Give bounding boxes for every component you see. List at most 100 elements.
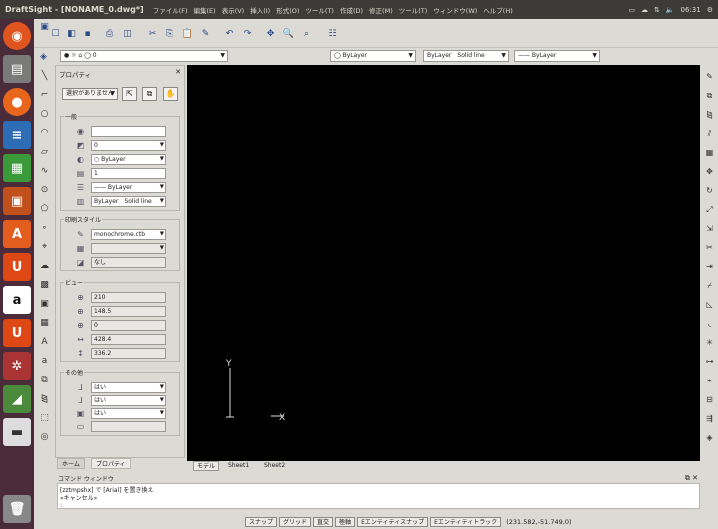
- disk-icon[interactable]: ▬: [3, 418, 31, 446]
- clock[interactable]: 06:31: [681, 6, 701, 14]
- mirror-icon[interactable]: ⧎: [704, 109, 715, 120]
- entity-track-button[interactable]: Eエンティティトラック: [430, 516, 502, 527]
- close-icon[interactable]: ✕: [175, 68, 181, 76]
- quick-select-button[interactable]: ⧉: [142, 87, 157, 101]
- open-icon[interactable]: ◧: [66, 28, 77, 39]
- arc-icon[interactable]: ◠: [39, 128, 50, 139]
- linetype-field[interactable]: ByLayer Solid line ▼: [91, 196, 166, 207]
- menu-view[interactable]: 表示(V): [219, 5, 248, 15]
- weld-icon[interactable]: ⊶: [704, 356, 715, 367]
- software-center-icon[interactable]: A: [3, 220, 31, 248]
- layer-icon[interactable]: ◈: [38, 51, 49, 62]
- layer-field[interactable]: 0 ▼: [91, 140, 166, 151]
- gear-icon[interactable]: ⚙: [707, 6, 713, 14]
- ubuntu-logo-icon[interactable]: ◉: [3, 22, 31, 50]
- amazon-icon[interactable]: a: [3, 286, 31, 314]
- select-objects-button[interactable]: ⇱: [122, 87, 137, 101]
- color-combo[interactable]: ◯ ByLayer ▼: [330, 50, 416, 62]
- tab-properties[interactable]: プロパティ: [91, 458, 131, 469]
- pattern-icon[interactable]: ▦: [704, 147, 715, 158]
- note-icon[interactable]: A: [39, 337, 50, 348]
- revision-cloud-icon[interactable]: ☁: [39, 261, 50, 272]
- pan-icon[interactable]: ✥: [265, 28, 276, 39]
- explode-icon[interactable]: ✳: [704, 337, 715, 348]
- chamfer-icon[interactable]: ◺: [704, 299, 715, 310]
- edit-polyline-icon[interactable]: ⌁: [704, 375, 715, 386]
- brush-icon[interactable]: ✎: [200, 28, 211, 39]
- calc-icon[interactable]: ▦: [3, 154, 31, 182]
- circle-icon[interactable]: ○: [39, 109, 50, 120]
- menu-tools[interactable]: ツール(T): [302, 5, 337, 15]
- firefox-icon[interactable]: ●: [3, 88, 31, 116]
- selection-combo[interactable]: 選択がありません ▼: [62, 88, 118, 100]
- ellipse-icon[interactable]: ⊙: [39, 185, 50, 196]
- paste-icon[interactable]: 📋: [182, 28, 193, 39]
- hatch-icon[interactable]: ▩: [39, 280, 50, 291]
- tab-model[interactable]: モデル: [193, 461, 220, 471]
- undo-icon[interactable]: ↶: [224, 28, 235, 39]
- ortho-button[interactable]: 直交: [313, 516, 334, 527]
- ucs-origin-field[interactable]: はい ▼: [91, 395, 166, 406]
- impress-icon[interactable]: ▣: [3, 187, 31, 215]
- entity-snap-button[interactable]: Eエンティティスナップ: [357, 516, 429, 527]
- polar-button[interactable]: 極軸: [335, 516, 356, 527]
- plot-style-field[interactable]: ▼: [91, 243, 166, 254]
- ucs-per-view-field[interactable]: はい ▼: [91, 408, 166, 419]
- ucs-on-field[interactable]: はい ▼: [91, 382, 166, 393]
- fillet-icon[interactable]: ◟: [704, 318, 715, 329]
- grid-button[interactable]: グリッド: [279, 516, 312, 527]
- drawing-canvas[interactable]: Y X: [187, 65, 700, 461]
- plot-table-field[interactable]: monochrome.ctb ▼: [91, 229, 166, 240]
- region-icon[interactable]: ▣: [39, 299, 50, 310]
- print-icon[interactable]: ⎙: [104, 28, 115, 39]
- insert-block-icon[interactable]: ⧉: [39, 375, 50, 386]
- layer-manager-icon[interactable]: ☷: [327, 28, 338, 39]
- offset-icon[interactable]: ⫽: [704, 128, 715, 139]
- cut-icon[interactable]: ✂: [147, 28, 158, 39]
- ubuntu-one-icon[interactable]: U: [3, 253, 31, 281]
- block-icon[interactable]: ⌖: [39, 242, 50, 253]
- table-icon[interactable]: ▦: [39, 318, 50, 329]
- redo-icon[interactable]: ↷: [242, 28, 253, 39]
- linescale-field[interactable]: 1: [91, 168, 166, 179]
- menu-format[interactable]: 形式(O): [273, 5, 302, 15]
- donut-icon[interactable]: ◎: [39, 432, 50, 443]
- zoom-previous-icon[interactable]: ⌕: [301, 28, 312, 39]
- align-icon[interactable]: ⇶: [704, 413, 715, 424]
- system-settings-icon[interactable]: ✲: [3, 352, 31, 380]
- move-icon[interactable]: ✥: [704, 166, 715, 177]
- rectangle-icon[interactable]: ▱: [39, 147, 50, 158]
- linetype-combo[interactable]: ByLayer Solid line ▼: [423, 50, 509, 62]
- cloud-icon[interactable]: ☁: [641, 6, 648, 14]
- ubuntu-one-music-icon[interactable]: U: [3, 319, 31, 347]
- print-preview-icon[interactable]: ◫: [122, 28, 133, 39]
- tab-sheet1[interactable]: Sheet1: [225, 461, 252, 471]
- mirror-icon[interactable]: ⧎: [39, 394, 50, 405]
- trim-icon[interactable]: ✂: [704, 242, 715, 253]
- trash-icon[interactable]: 🗑: [3, 495, 31, 523]
- point-icon[interactable]: ∘: [39, 223, 50, 234]
- copy-entity-icon[interactable]: ⧉: [704, 90, 715, 101]
- layer-combo[interactable]: ● ☼ ⌂ ◯ 0 ▼: [60, 50, 228, 62]
- draftsight-icon[interactable]: ◢: [3, 385, 31, 413]
- menu-modify[interactable]: 修正(M): [366, 5, 396, 15]
- keyboard-icon[interactable]: ▭: [628, 6, 635, 14]
- command-history[interactable]: [zztmpshx] で [Arial] を置き換え «キャンセル» :: [57, 483, 700, 509]
- tab-home[interactable]: ホーム: [57, 458, 85, 469]
- tab-sheet2[interactable]: Sheet2: [261, 461, 288, 471]
- new-icon[interactable]: ☐: [50, 28, 61, 39]
- rotate-icon[interactable]: ↻: [704, 185, 715, 196]
- polyline-icon[interactable]: ⌐: [39, 90, 50, 101]
- color-field[interactable]: [91, 126, 166, 137]
- menu-draw[interactable]: 作成(D): [337, 5, 366, 15]
- spline-icon[interactable]: ∿: [39, 166, 50, 177]
- volume-icon[interactable]: 🔈: [666, 6, 675, 14]
- window-controls-icon[interactable]: ⧉ ✕: [685, 474, 698, 483]
- extend-icon[interactable]: ⇥: [704, 261, 715, 272]
- snap-button[interactable]: スナップ: [245, 516, 278, 527]
- menu-insert[interactable]: 挿入(I): [247, 5, 273, 15]
- menu-help[interactable]: ヘルプ(H): [480, 5, 515, 15]
- stretch-icon[interactable]: ⇲: [704, 223, 715, 234]
- lineweight-combo[interactable]: —— ByLayer ▼: [514, 50, 600, 62]
- lineweight-field[interactable]: —— ByLayer ▼: [91, 182, 166, 193]
